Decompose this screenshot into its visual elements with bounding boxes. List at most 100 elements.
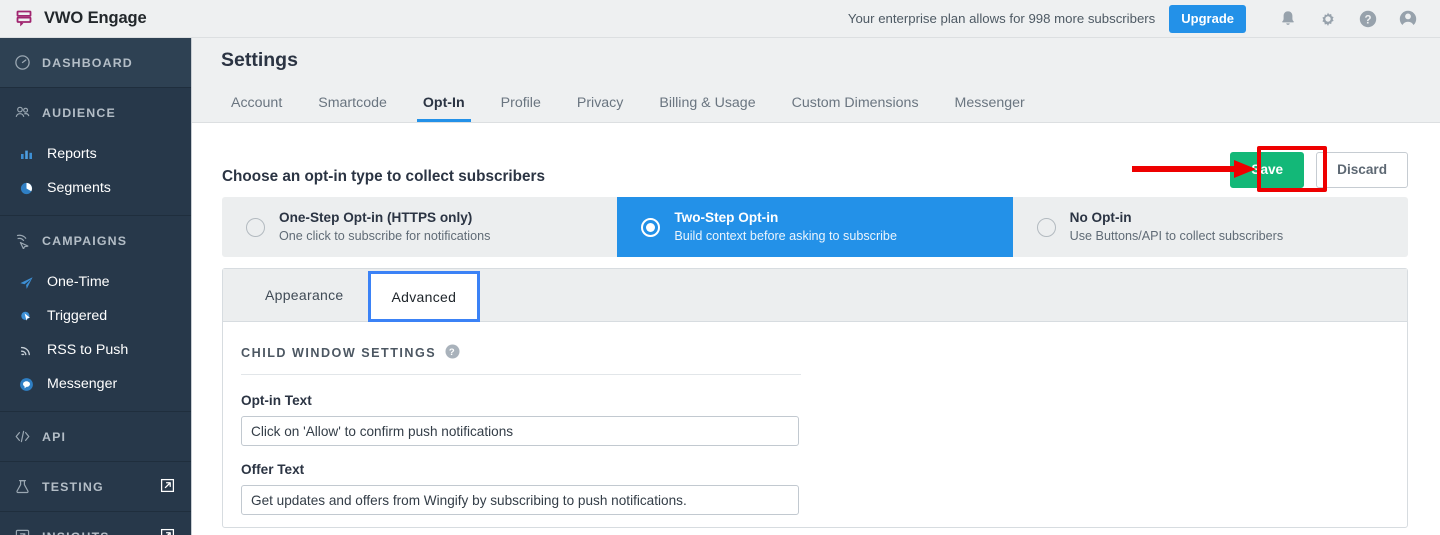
sidebar-group-insights: INSIGHTS — [0, 512, 191, 535]
panel-body: CHILD WINDOW SETTINGS ? Opt-in Text Offe… — [223, 322, 1407, 515]
radio-no-optin[interactable] — [1036, 217, 1056, 237]
rss-icon — [18, 342, 35, 359]
account-avatar-icon[interactable] — [1397, 8, 1419, 30]
svg-text:?: ? — [1364, 14, 1371, 26]
action-buttons: Save Discard — [1230, 152, 1408, 188]
optin-card-one-step[interactable]: One-Step Opt-in (HTTPS only) One click t… — [222, 197, 618, 257]
optin-card-subtitle: Build context before asking to subscribe — [674, 228, 897, 243]
upgrade-button[interactable]: Upgrade — [1169, 4, 1246, 33]
sidebar-item-label: API — [42, 429, 67, 444]
sidebar-item-label: Triggered — [47, 308, 108, 324]
sidebar-item-testing[interactable]: TESTING — [0, 462, 191, 511]
sidebar-group-header-campaigns[interactable]: CAMPAIGNS — [0, 216, 191, 265]
sidebar-group-api: API — [0, 412, 191, 462]
sidebar: DASHBOARD AUDIENCE Reports Segments CAMP… — [0, 38, 192, 535]
settings-tabs: Account Smartcode Opt-In Profile Privacy… — [221, 95, 1043, 122]
tab-profile[interactable]: Profile — [483, 95, 559, 122]
tab-custom-dimensions[interactable]: Custom Dimensions — [774, 95, 937, 122]
sidebar-item-label: INSIGHTS — [42, 530, 110, 535]
sidebar-item-messenger[interactable]: Messenger — [0, 367, 191, 401]
bar-chart-icon — [18, 146, 35, 163]
optin-card-subtitle: One click to subscribe for notifications — [279, 228, 491, 243]
optin-type-group: One-Step Opt-in (HTTPS only) One click t… — [222, 197, 1408, 257]
optin-card-no-optin[interactable]: No Opt-in Use Buttons/API to collect sub… — [1012, 197, 1408, 257]
tab-messenger[interactable]: Messenger — [937, 95, 1043, 122]
tab-appearance[interactable]: Appearance — [241, 269, 368, 321]
tab-billing-usage[interactable]: Billing & Usage — [641, 95, 773, 122]
paper-plane-icon — [18, 274, 35, 291]
page-title: Settings — [221, 49, 298, 71]
sidebar-item-segments[interactable]: Segments — [0, 171, 191, 205]
code-brackets-icon — [14, 428, 31, 445]
help-circle-icon[interactable]: ? — [445, 344, 460, 362]
cursor-click-icon — [18, 308, 35, 325]
tab-opt-in[interactable]: Opt-In — [405, 95, 483, 122]
messenger-chat-icon — [18, 376, 35, 393]
optin-card-title: No Opt-in — [1069, 210, 1132, 226]
pie-chart-icon — [18, 180, 35, 197]
settings-gear-icon[interactable] — [1317, 8, 1339, 30]
sidebar-item-one-time[interactable]: One-Time — [0, 265, 191, 299]
radio-one-step[interactable] — [246, 217, 265, 237]
insights-square-icon — [14, 528, 31, 535]
tab-smartcode[interactable]: Smartcode — [300, 95, 405, 122]
speedometer-icon — [14, 54, 31, 71]
flask-icon — [14, 478, 31, 495]
field-label: Opt-in Text — [241, 393, 312, 408]
field-offer-text: Offer Text — [241, 462, 1407, 515]
sidebar-item-dashboard[interactable]: DASHBOARD — [0, 38, 191, 87]
campaign-pointer-icon — [14, 232, 31, 250]
sidebar-group-label: CAMPAIGNS — [42, 233, 128, 248]
optin-settings-panel: Appearance Advanced CHILD WINDOW SETTING… — [222, 268, 1408, 528]
panel-tab-bar: Appearance Advanced — [223, 269, 1407, 322]
sidebar-item-triggered[interactable]: Triggered — [0, 299, 191, 333]
sidebar-item-label: One-Time — [47, 274, 110, 290]
sidebar-group-audience: AUDIENCE Reports Segments — [0, 88, 191, 216]
tab-advanced[interactable]: Advanced — [367, 271, 481, 322]
divider — [241, 374, 801, 375]
radio-two-step[interactable] — [641, 217, 661, 237]
sidebar-group-header-audience[interactable]: AUDIENCE — [0, 88, 191, 137]
vwo-stacked-bubbles-icon — [14, 9, 34, 29]
help-icon[interactable]: ? — [1357, 8, 1379, 30]
top-bar-right: Your enterprise plan allows for 998 more… — [847, 4, 1440, 33]
svg-text:?: ? — [449, 347, 456, 358]
optin-text-input[interactable] — [241, 416, 799, 446]
group-title: CHILD WINDOW SETTINGS — [241, 346, 437, 360]
page-header: Settings Account Smartcode Opt-In Profil… — [192, 38, 1440, 123]
notifications-bell-icon[interactable] — [1277, 8, 1299, 30]
sidebar-group-label: AUDIENCE — [42, 105, 116, 120]
optin-card-title: One-Step Opt-in (HTTPS only) — [279, 210, 473, 226]
app-root: VWO Engage Your enterprise plan allows f… — [0, 0, 1440, 535]
external-link-icon — [160, 478, 177, 495]
sidebar-item-label: Messenger — [47, 376, 118, 392]
optin-card-title: Two-Step Opt-in — [674, 210, 779, 226]
save-button[interactable]: Save — [1230, 152, 1305, 188]
sidebar-item-api[interactable]: API — [0, 412, 191, 461]
external-link-icon — [160, 528, 177, 535]
sidebar-group-campaigns: CAMPAIGNS One-Time Triggered RSS to Push… — [0, 216, 191, 412]
top-bar: VWO Engage Your enterprise plan allows f… — [0, 0, 1440, 38]
section-title: Choose an opt-in type to collect subscri… — [222, 168, 545, 185]
discard-button[interactable]: Discard — [1316, 152, 1408, 188]
offer-text-input[interactable] — [241, 485, 799, 515]
sidebar-item-reports[interactable]: Reports — [0, 137, 191, 171]
sidebar-group-dashboard: DASHBOARD — [0, 38, 191, 88]
people-icon — [14, 104, 31, 121]
brand[interactable]: VWO Engage — [0, 9, 147, 29]
sidebar-item-label: RSS to Push — [47, 342, 129, 358]
group-header-child-window-settings: CHILD WINDOW SETTINGS ? — [241, 344, 1407, 374]
optin-card-two-step[interactable]: Two-Step Opt-in Build context before ask… — [617, 197, 1013, 257]
sidebar-item-label: Reports — [47, 146, 97, 162]
tab-account[interactable]: Account — [221, 95, 300, 122]
brand-name: VWO Engage — [44, 9, 147, 27]
sidebar-item-label: Segments — [47, 180, 111, 196]
plan-message: Your enterprise plan allows for 998 more… — [847, 11, 1156, 26]
sidebar-item-label: TESTING — [42, 479, 104, 494]
sidebar-group-testing: TESTING — [0, 462, 191, 512]
sidebar-item-rss-to-push[interactable]: RSS to Push — [0, 333, 191, 367]
sidebar-item-insights[interactable]: INSIGHTS — [0, 512, 191, 535]
field-optin-text: Opt-in Text — [241, 393, 1407, 446]
tab-privacy[interactable]: Privacy — [559, 95, 642, 122]
